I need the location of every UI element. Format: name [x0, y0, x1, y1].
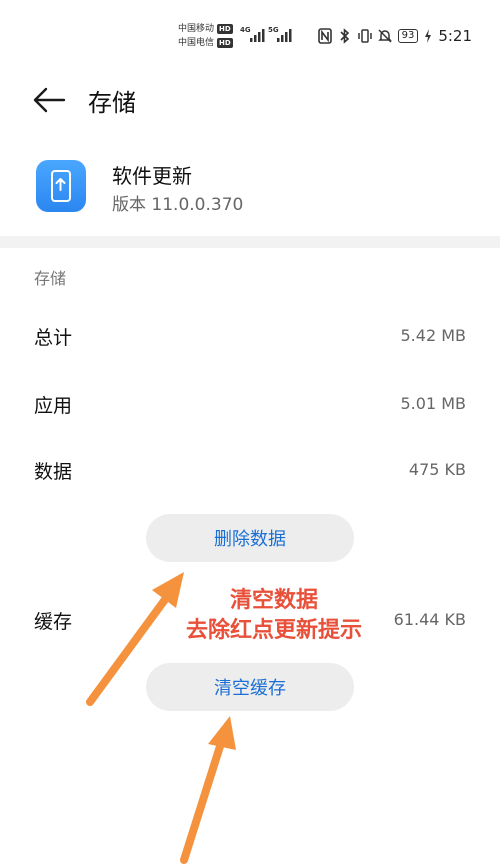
- battery-indicator: 93: [397, 29, 419, 43]
- status-bar: 中国移动 HD 中国电信 HD 4G 5G 93 5:21: [0, 0, 500, 72]
- top-app-bar: 存储: [0, 80, 500, 120]
- cache-label: 缓存: [34, 611, 73, 633]
- charging-icon: [425, 29, 432, 43]
- data-size-label: 数据: [34, 461, 73, 483]
- app-size-value: 5.01 MB: [400, 394, 467, 413]
- delete-data-button[interactable]: 删除数据: [146, 514, 354, 562]
- carrier-info: 中国移动 HD 中国电信 HD: [178, 22, 233, 50]
- status-icons: 93 5:21: [317, 27, 472, 45]
- software-update-app-icon: [36, 160, 86, 212]
- total-value: 5.42 MB: [400, 326, 467, 345]
- hd-badge: HD: [217, 38, 233, 48]
- signal-icon: [250, 29, 265, 42]
- carrier-2-label: 中国电信: [178, 38, 215, 48]
- phone-icon: [51, 170, 71, 202]
- cache-value: 61.44 KB: [393, 610, 466, 629]
- total-label: 总计: [34, 327, 73, 349]
- bluetooth-icon: [340, 28, 349, 44]
- hd-badge: HD: [217, 24, 233, 34]
- mute-bell-icon: [377, 29, 392, 43]
- app-name: 软件更新: [112, 164, 192, 188]
- vibrate-icon: [357, 29, 372, 43]
- section-divider: [0, 236, 500, 248]
- annotation-arrow-up-left: [86, 572, 184, 706]
- app-version: 版本 11.0.0.370: [112, 195, 244, 215]
- carrier-1-label: 中国移动: [178, 24, 215, 34]
- signal-icon: [277, 29, 292, 42]
- data-size-value: 475 KB: [408, 460, 466, 479]
- annotation-arrow-up: [180, 716, 236, 864]
- clock: 5:21: [438, 27, 472, 45]
- page-title: 存储: [88, 89, 136, 117]
- back-arrow-icon[interactable]: [32, 84, 66, 116]
- up-arrow-icon: [55, 178, 66, 191]
- app-size-label: 应用: [34, 395, 73, 417]
- storage-section-label: 存储: [34, 269, 67, 288]
- nfc-icon: [317, 28, 332, 44]
